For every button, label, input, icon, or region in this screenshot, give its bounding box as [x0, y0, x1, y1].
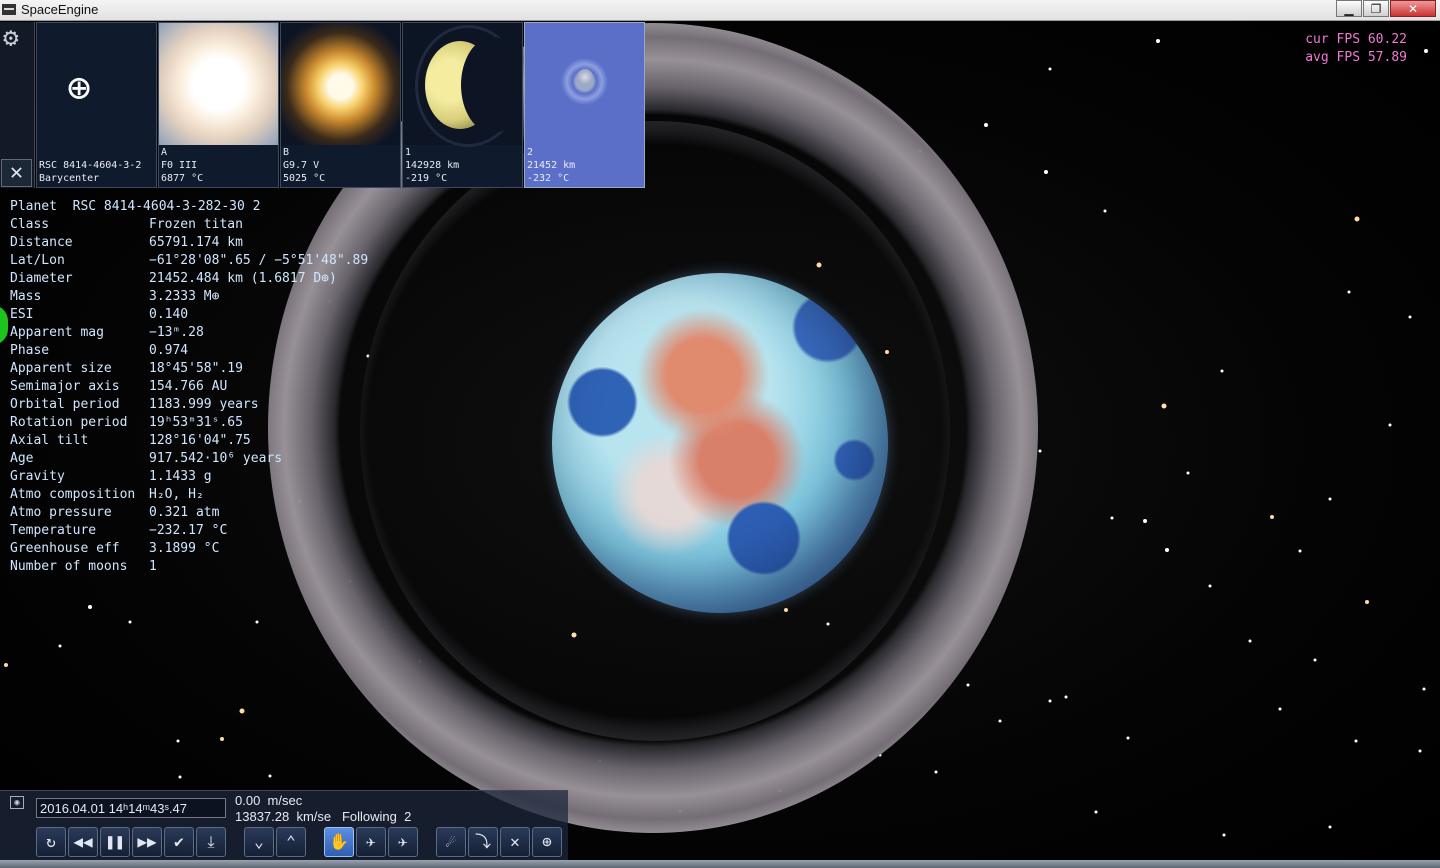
confirm-button[interactable]: ✔	[164, 827, 194, 857]
fast-forward-button[interactable]: ▶▶	[132, 827, 162, 857]
thumb-line1: B	[283, 147, 290, 158]
info-row-temperature: Temperature −232.17 °C	[10, 523, 228, 538]
thumb-star-b[interactable]: B G9.7 V 5025 °C	[280, 22, 401, 188]
avg-fps-value: 57.89	[1367, 50, 1407, 65]
avg-fps-label: avg FPS	[1305, 50, 1361, 65]
approach-button[interactable]: ⤵	[468, 827, 498, 857]
cur-fps-label: cur FPS	[1305, 32, 1361, 47]
thumb-line1: 2	[527, 147, 534, 158]
info-row-age: Age 917.542·10⁶ years	[10, 451, 283, 466]
nav-down-button[interactable]: ⌄	[244, 827, 274, 857]
speed-readout: 0.00 m/sec 13837.28 km/se Following 2	[235, 793, 411, 825]
info-row-distance: Distance 65791.174 km	[10, 235, 243, 250]
app-icon	[2, 4, 16, 15]
center-button[interactable]: ✕	[500, 827, 530, 857]
info-row-class: Class Frozen titan	[10, 217, 243, 232]
thumb-star-a[interactable]: A F0 III 6877 °C	[158, 22, 279, 188]
thumb-line1: RSC 8414-4604-3-2	[39, 160, 142, 171]
info-row-mass: Mass 3.2333 M⊕	[10, 289, 220, 304]
info-header: Planet RSC 8414-4604-3-282-30 2	[10, 199, 261, 214]
pause-button[interactable]: ❚❚	[100, 827, 130, 857]
window-title-bar: SpaceEngine ▁ ❐ ✕	[0, 0, 1440, 21]
info-row-atmo-pressure: Atmo pressure 0.321 atm	[10, 505, 220, 520]
window-title: SpaceEngine	[21, 2, 99, 17]
thumb-line3: 6877 °C	[161, 173, 204, 184]
frozen-titan-planet[interactable]	[552, 273, 888, 613]
aircraft-button[interactable]: ✈	[388, 827, 418, 857]
info-row-phase: Phase 0.974	[10, 343, 189, 358]
land-button[interactable]: ⤓	[196, 827, 226, 857]
barycenter-icon: ⊕	[37, 23, 156, 145]
info-row-apparent-size: Apparent size 18°45'58".19	[10, 361, 243, 376]
gas-giant-image	[403, 23, 522, 147]
thumb-line1: 1	[405, 147, 412, 158]
cur-fps-value: 60.22	[1367, 32, 1407, 47]
star-b-image	[281, 23, 400, 145]
reset-time-button[interactable]: ↻	[36, 827, 66, 857]
info-row-apparent-mag: Apparent mag −13ᵐ.28	[10, 325, 204, 340]
maximize-button[interactable]: ❐	[1363, 0, 1389, 17]
spaceship-button[interactable]: ✈	[356, 827, 386, 857]
gear-icon[interactable]: ⚙	[3, 24, 19, 52]
object-info-panel: Planet RSC 8414-4604-3-282-30 2 Class Fro…	[10, 198, 368, 576]
goto-button[interactable]: ☄	[436, 827, 466, 857]
info-row-atmo-composition: Atmo composition H₂O, H₂	[10, 487, 204, 502]
info-row-greenhouse: Greenhouse eff 3.1899 °C	[10, 541, 220, 556]
camera-icon[interactable]: ◉	[10, 796, 24, 809]
ringed-planet-image	[525, 23, 644, 145]
info-row-latlon: Lat/Lon −61°28'08".65 / −5°51'48".89	[10, 253, 369, 268]
thumb-barycenter[interactable]: ⊕ RSC 8414-4604-3-2 Barycenter	[36, 22, 157, 188]
info-row-orbital-period: Orbital period 1183.999 years	[10, 397, 259, 412]
system-thumbnail-bar: ⚙ ✕ ⊕ RSC 8414-4604-3-2 Barycenter A F0 …	[0, 22, 645, 188]
free-mode-button[interactable]: ✋	[324, 827, 354, 857]
date-time-field[interactable]: 2016.04.01 14ʰ14ᵐ43ˢ.47	[36, 798, 226, 818]
info-row-diameter: Diameter 21452.484 km (1.6817 D⊕)	[10, 271, 337, 286]
close-thumbs-button[interactable]: ✕	[1, 159, 32, 187]
target-icon[interactable]: ⊕	[532, 827, 562, 857]
thumb-line3: 5025 °C	[283, 173, 326, 184]
velocity-value: 0.00 m/sec	[235, 793, 303, 808]
close-window-button[interactable]: ✕	[1390, 0, 1436, 17]
info-row-semimajor-axis: Semimajor axis 154.766 AU	[10, 379, 228, 394]
time-control-bar: ◉ 2016.04.01 14ʰ14ᵐ43ˢ.47 0.00 m/sec 138…	[0, 790, 568, 861]
thumb-tool-column: ⚙ ✕	[0, 22, 35, 188]
thumb-line3: -232 °C	[527, 173, 570, 184]
star-a-image	[159, 23, 278, 145]
info-row-esi: ESI 0.140	[10, 307, 189, 322]
thumb-line2: G9.7 V	[283, 160, 320, 171]
nav-up-button[interactable]: ⌃	[276, 827, 306, 857]
info-row-rotation-period: Rotation period 19ʰ53ᵐ31ˢ.65	[10, 415, 243, 430]
thumb-planet-1[interactable]: 1 142928 km -219 °C	[402, 22, 523, 188]
rewind-button[interactable]: ◀◀	[68, 827, 98, 857]
following-label: Following 2	[341, 809, 412, 824]
fps-counter: cur FPS 60.22 avg FPS 57.89	[1305, 31, 1407, 67]
info-row-axial-tilt: Axial tilt 128°16'04".75	[10, 433, 251, 448]
os-taskbar	[0, 860, 1440, 868]
thumb-line1: A	[161, 147, 168, 158]
info-row-gravity: Gravity 1.1433 g	[10, 469, 212, 484]
thumb-line2: 142928 km	[405, 160, 460, 171]
thumb-line3: -219 °C	[405, 173, 448, 184]
minimize-button[interactable]: ▁	[1336, 0, 1362, 17]
thumb-line2: Barycenter	[39, 173, 100, 184]
thumb-line2: F0 III	[161, 160, 198, 171]
thumb-line2: 21452 km	[527, 160, 576, 171]
info-row-moons: Number of moons 1	[10, 559, 157, 574]
thumb-planet-2-selected[interactable]: 2 21452 km -232 °C	[524, 22, 645, 188]
speed-value: 13837.28 km/se	[235, 809, 332, 824]
